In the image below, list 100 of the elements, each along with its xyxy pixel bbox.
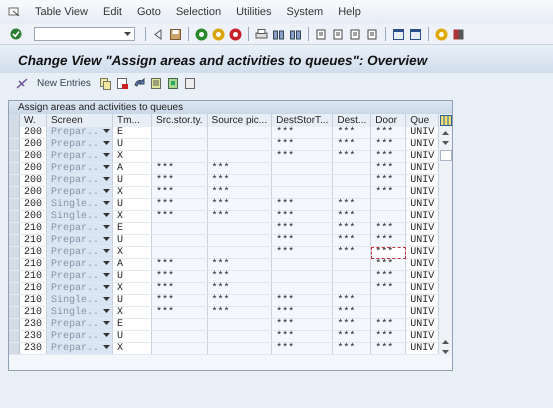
- table-cell[interactable]: ***: [332, 294, 371, 306]
- table-cell[interactable]: [207, 330, 272, 342]
- scroll-down-icon[interactable]: [442, 140, 450, 146]
- table-cell[interactable]: ***: [370, 330, 406, 342]
- table-cell[interactable]: ***: [272, 234, 333, 246]
- table-cell[interactable]: [207, 127, 272, 138]
- menu-icon[interactable]: [8, 6, 20, 18]
- table-cell[interactable]: ***: [272, 127, 333, 138]
- select-all-button[interactable]: [9, 114, 20, 127]
- table-cell[interactable]: ***: [370, 127, 406, 138]
- table-cell[interactable]: ***: [207, 294, 272, 306]
- enter-icon[interactable]: [10, 28, 22, 40]
- table-cell[interactable]: [152, 127, 208, 138]
- table-cell[interactable]: ***: [332, 246, 371, 258]
- table-cell[interactable]: ***: [332, 342, 371, 354]
- table-cell[interactable]: ***: [332, 150, 371, 162]
- table-cell[interactable]: ***: [332, 330, 371, 342]
- table-cell[interactable]: ***: [272, 246, 333, 258]
- column-header[interactable]: Door: [370, 114, 406, 127]
- table-cell[interactable]: [152, 150, 208, 162]
- table-cell[interactable]: [272, 162, 333, 174]
- table-cell[interactable]: ***: [272, 294, 333, 306]
- table-cell[interactable]: ***: [152, 282, 208, 294]
- table-cell[interactable]: [207, 342, 272, 354]
- table-cell[interactable]: [207, 150, 272, 162]
- table-cell[interactable]: ***: [207, 270, 272, 282]
- table-cell[interactable]: ***: [370, 282, 406, 294]
- table-cell[interactable]: ***: [272, 342, 333, 354]
- table-cell[interactable]: ***: [207, 198, 272, 210]
- row-selector[interactable]: [9, 294, 20, 306]
- row-selector[interactable]: [9, 222, 20, 234]
- table-cell[interactable]: ***: [152, 270, 208, 282]
- table-cell[interactable]: [207, 222, 272, 234]
- table-cell[interactable]: [207, 138, 272, 150]
- table-cell[interactable]: ***: [207, 174, 272, 186]
- table-cell[interactable]: [152, 138, 208, 150]
- table-cell[interactable]: ***: [332, 138, 371, 150]
- copy-icon[interactable]: [98, 76, 112, 90]
- table-cell[interactable]: ***: [207, 282, 272, 294]
- table-cell[interactable]: ***: [207, 162, 272, 174]
- table-cell[interactable]: ***: [152, 210, 208, 222]
- table-cell[interactable]: [152, 222, 208, 234]
- dropdown-caret-icon[interactable]: [124, 32, 131, 36]
- table-cell[interactable]: ***: [370, 318, 406, 330]
- undo-icon[interactable]: [132, 76, 146, 90]
- table-cell[interactable]: ***: [152, 294, 208, 306]
- column-header[interactable]: W.: [20, 114, 47, 127]
- column-header[interactable]: Que: [406, 114, 439, 127]
- table-cell[interactable]: ***: [207, 210, 272, 222]
- table-cell[interactable]: ***: [332, 306, 371, 318]
- new-entries-button[interactable]: New Entries: [37, 78, 91, 88]
- column-header[interactable]: DestStorT...: [272, 114, 333, 127]
- table-cell[interactable]: ***: [370, 150, 406, 162]
- scroll-down-icon[interactable]: [442, 349, 450, 355]
- table-cell[interactable]: [272, 270, 333, 282]
- scroll-up-icon[interactable]: [442, 339, 450, 345]
- row-selector[interactable]: [9, 138, 20, 150]
- row-selector[interactable]: [9, 162, 20, 174]
- column-header[interactable]: Src.stor.ty.: [152, 114, 208, 127]
- table-cell[interactable]: [207, 318, 272, 330]
- row-selector[interactable]: [9, 198, 20, 210]
- table-cell[interactable]: ***: [332, 198, 371, 210]
- table-cell[interactable]: ***: [370, 186, 406, 198]
- row-selector[interactable]: [9, 210, 20, 222]
- table-cell[interactable]: ***: [152, 174, 208, 186]
- column-settings-icon[interactable]: [440, 115, 452, 126]
- table-cell[interactable]: [152, 246, 208, 258]
- table-cell[interactable]: ***: [272, 198, 333, 210]
- table-cell[interactable]: ***: [152, 258, 208, 270]
- menu-item[interactable]: Utilities: [236, 6, 272, 18]
- menu-item[interactable]: Edit: [103, 6, 122, 18]
- menu-item[interactable]: System: [286, 6, 324, 18]
- table-cell[interactable]: [152, 330, 208, 342]
- table-cell[interactable]: ***: [152, 198, 208, 210]
- row-selector[interactable]: [9, 174, 20, 186]
- row-selector[interactable]: [9, 150, 20, 162]
- table-cell[interactable]: ***: [370, 162, 406, 174]
- table-cell[interactable]: ***: [332, 222, 371, 234]
- table-cell[interactable]: ***: [332, 318, 371, 330]
- row-selector[interactable]: [9, 234, 20, 246]
- table-cell[interactable]: [152, 234, 208, 246]
- table-cell[interactable]: ***: [152, 186, 208, 198]
- menu-item[interactable]: Table View: [35, 6, 88, 18]
- table-cell[interactable]: [272, 186, 333, 198]
- table-cell[interactable]: ***: [272, 318, 333, 330]
- row-selector[interactable]: [9, 330, 20, 342]
- row-selector[interactable]: [9, 258, 20, 270]
- table-cell[interactable]: ***: [370, 234, 406, 246]
- command-field[interactable]: [34, 27, 135, 41]
- row-selector[interactable]: [9, 127, 20, 138]
- table-cell[interactable]: ***: [370, 138, 406, 150]
- table-cell[interactable]: [207, 246, 272, 258]
- table-cell[interactable]: [272, 174, 333, 186]
- table-cell[interactable]: ***: [272, 306, 333, 318]
- table-cell[interactable]: ***: [152, 306, 208, 318]
- delete-icon[interactable]: [116, 76, 129, 90]
- table-cell[interactable]: ***: [370, 258, 406, 270]
- table-cell[interactable]: ***: [272, 150, 333, 162]
- table-cell[interactable]: [152, 318, 208, 330]
- table-cell[interactable]: ***: [272, 330, 333, 342]
